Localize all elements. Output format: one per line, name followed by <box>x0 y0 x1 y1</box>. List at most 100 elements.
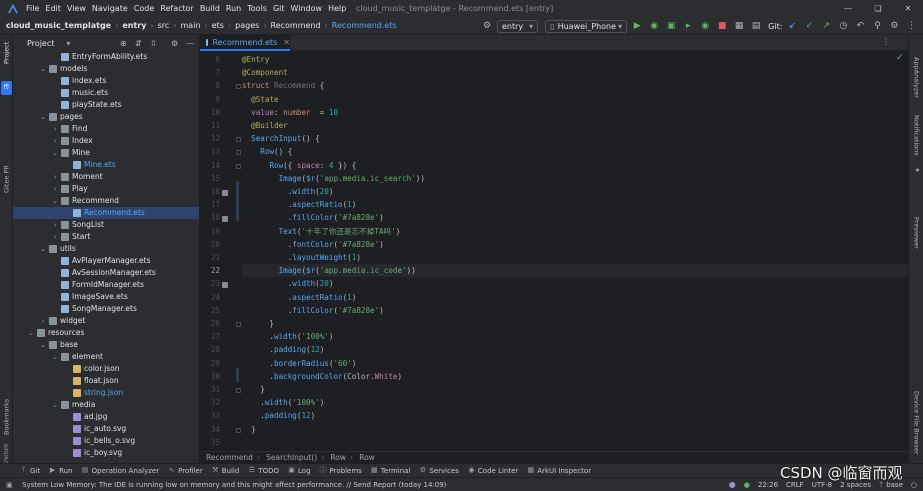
status-toggle-icon[interactable]: ▣ <box>6 481 13 489</box>
commit-tab-icon[interactable]: 传 <box>1 81 12 95</box>
gear-icon[interactable]: ⚙ <box>171 39 178 48</box>
tool-tab-structure[interactable]: Structure <box>0 443 13 466</box>
fold-icon[interactable] <box>236 388 241 393</box>
tree-folder[interactable]: › Play <box>13 183 199 195</box>
chevron-down-icon[interactable]: ⌄ <box>27 327 35 339</box>
chevron-down-icon[interactable]: ⌄ <box>39 243 47 255</box>
tool-tab-gitee-pr[interactable]: Gitee PR <box>0 159 13 199</box>
history-icon[interactable]: ◷ <box>836 19 850 33</box>
expand-all-icon[interactable]: ⇵ <box>135 39 142 48</box>
chevron-down-icon[interactable]: ⌄ <box>51 147 59 159</box>
line-number[interactable]: 26 <box>200 319 220 328</box>
tool-operation-analyzer[interactable]: ▤ Operation Analyzer <box>82 467 159 475</box>
chevron-down-icon[interactable]: ⌄ <box>39 111 47 123</box>
restore-icon[interactable]: ❏ <box>863 0 893 17</box>
tool-tab-device-file-browser[interactable]: Device File Browser <box>910 387 923 459</box>
tool-build[interactable]: ⚒ Build <box>212 467 239 475</box>
line-number[interactable]: 15 <box>200 174 220 183</box>
breadcrumb-recommend[interactable]: Recommend <box>271 21 321 30</box>
menu-file[interactable]: File <box>26 4 39 13</box>
close-tab-icon[interactable]: ✕ <box>283 38 290 47</box>
target-icon[interactable]: ⚙ <box>480 19 494 33</box>
ai-assistant-icon[interactable]: ★ <box>912 167 921 185</box>
close-icon[interactable]: ✕ <box>893 0 923 17</box>
tree-folder[interactable]: › Find <box>13 123 199 135</box>
line-number[interactable]: 16 <box>200 187 220 196</box>
profile-icon[interactable]: ▸ <box>681 19 695 33</box>
menu-edit[interactable]: Edit <box>45 4 61 13</box>
tool-log[interactable]: ▣ Log <box>288 467 310 475</box>
line-number[interactable]: 8 <box>200 81 220 90</box>
tree-file[interactable]: ic_auto.svg <box>13 423 199 435</box>
fold-icon[interactable] <box>236 163 241 169</box>
chevron-right-icon[interactable]: › <box>51 123 59 135</box>
device-select[interactable]: ▯ Huawei_Phone ▾ <box>545 19 628 33</box>
line-number[interactable]: 33 <box>200 411 220 420</box>
tree-folder[interactable]: ⌄ Mine <box>13 147 199 159</box>
chevron-down-icon[interactable]: ⌄ <box>51 195 59 207</box>
tree-file[interactable]: ic_boy.svg <box>13 447 199 459</box>
breadcrumb-entry[interactable]: entry <box>122 21 146 30</box>
tool-arkui-inspector[interactable]: ▦ ArkUI Inspector <box>527 467 591 475</box>
tab-menu-icon[interactable]: ⋮ <box>882 37 890 46</box>
editor-crumb-row[interactable]: Row <box>330 453 346 462</box>
tool-todo[interactable]: ☰ TODO <box>248 467 279 475</box>
debug-icon[interactable]: ◉ <box>647 19 661 33</box>
tree-folder[interactable]: › SongList <box>13 219 199 231</box>
device-manager-icon[interactable]: ▦ <box>732 19 746 33</box>
color-swatch-icon[interactable] <box>222 216 228 223</box>
editor-crumb-struct[interactable]: Recommend <box>206 453 253 462</box>
lock-icon[interactable]: ○ <box>911 481 917 489</box>
tool-problems[interactable]: ⓘ Problems <box>320 467 362 475</box>
search-icon[interactable]: ⚲ <box>870 19 884 33</box>
menu-window[interactable]: Window <box>291 4 323 13</box>
menu-refactor[interactable]: Refactor <box>160 4 194 13</box>
line-number[interactable]: 17 <box>200 200 220 209</box>
run-config-select[interactable]: entry ▾ <box>497 19 539 33</box>
line-number[interactable]: 12 <box>200 134 220 143</box>
line-number[interactable]: 25 <box>200 306 220 315</box>
attach-debugger-icon[interactable]: ▣ <box>664 19 678 33</box>
tree-folder[interactable]: ⌄ media <box>13 399 199 411</box>
tree-folder[interactable]: ⌄ models <box>13 63 199 75</box>
chevron-right-icon[interactable]: › <box>51 171 59 183</box>
chevron-down-icon[interactable]: ⌄ <box>39 63 47 75</box>
hide-panel-icon[interactable]: — <box>186 39 194 48</box>
minimize-icon[interactable]: — <box>833 0 863 17</box>
tree-folder[interactable]: › Moment <box>13 171 199 183</box>
rollback-icon[interactable]: ↶ <box>853 19 867 33</box>
line-number[interactable]: 20 <box>200 240 220 249</box>
project-panel-title[interactable]: Project <box>27 39 54 48</box>
chevron-down-icon[interactable]: ⌄ <box>39 339 47 351</box>
run-icon[interactable]: ▶ <box>630 19 644 33</box>
tree-file[interactable]: AvPlayerManager.ets <box>13 255 199 267</box>
line-number[interactable]: 32 <box>200 398 220 407</box>
tree-folder[interactable]: ⌄ pages <box>13 111 199 123</box>
tool-tab-bookmarks[interactable]: Bookmarks <box>0 395 13 439</box>
more-icon[interactable]: ⋮ <box>904 19 918 33</box>
tree-file[interactable]: music.ets <box>13 87 199 99</box>
status-message[interactable]: System Low Memory: The IDE is running lo… <box>22 481 446 489</box>
chevron-down-icon[interactable]: ⌄ <box>51 399 59 411</box>
line-number[interactable]: 24 <box>200 293 220 302</box>
breadcrumb-ets[interactable]: ets <box>212 21 224 30</box>
tree-folder[interactable]: ⌄ resources <box>13 327 199 339</box>
sdk-manager-icon[interactable]: ▤ <box>749 19 763 33</box>
line-number[interactable]: 21 <box>200 253 220 262</box>
line-number[interactable]: 27 <box>200 332 220 341</box>
fold-icon[interactable] <box>236 137 241 143</box>
color-swatch-icon[interactable] <box>222 190 228 196</box>
tree-folder[interactable]: ⌄ base <box>13 339 199 351</box>
tree-file[interactable]: index.ets <box>13 75 199 87</box>
chevron-right-icon[interactable]: › <box>51 219 59 231</box>
line-number[interactable]: 13 <box>200 147 220 156</box>
line-number[interactable]: 10 <box>200 108 220 117</box>
tool-tab-previewer[interactable]: Previewer <box>910 213 923 253</box>
locate-icon[interactable]: ⊕ <box>120 39 127 48</box>
breadcrumb-main[interactable]: main <box>181 21 201 30</box>
line-number[interactable]: 7 <box>200 68 220 77</box>
code-editor[interactable]: @Entry @Component struct Recommend { @Stat… <box>242 51 908 451</box>
line-number[interactable]: 19 <box>200 227 220 236</box>
tree-file[interactable]: string.json <box>13 387 199 399</box>
git-update-icon[interactable]: ↙ <box>785 19 799 33</box>
